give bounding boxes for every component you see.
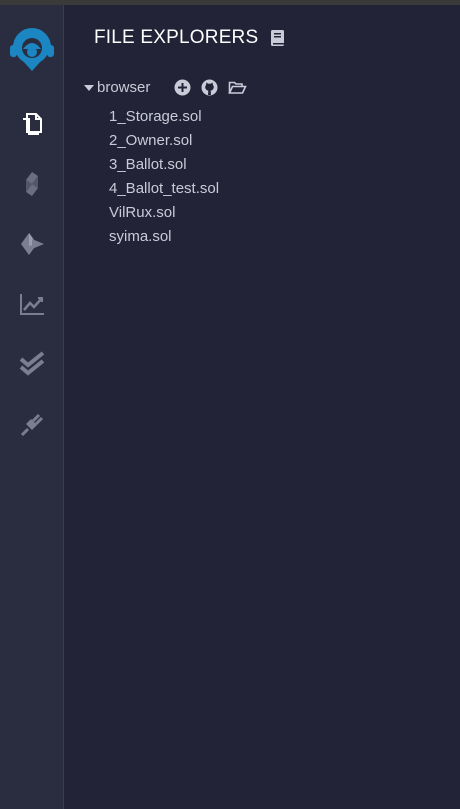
file-explorer-panel: FILE EXPLORERS browser 1_Storage.sol 2_O… xyxy=(64,5,460,809)
github-icon[interactable] xyxy=(201,79,218,96)
plugin-manager-icon[interactable] xyxy=(17,409,47,439)
open-folder-icon[interactable] xyxy=(228,80,248,95)
file-item[interactable]: VilRux.sol xyxy=(109,204,219,228)
add-file-icon[interactable] xyxy=(174,79,191,96)
deploy-run-icon[interactable] xyxy=(17,229,47,259)
workspace-folder-label[interactable]: browser xyxy=(97,79,150,96)
folder-actions xyxy=(174,79,248,96)
file-item[interactable]: 2_Owner.sol xyxy=(109,132,219,156)
remix-logo-icon[interactable] xyxy=(6,25,58,77)
panel-title-text: FILE EXPLORERS xyxy=(94,27,259,48)
unit-testing-icon[interactable] xyxy=(17,349,47,379)
workspace-folder-row[interactable]: browser xyxy=(84,79,248,96)
file-item[interactable]: 4_Ballot_test.sol xyxy=(109,180,219,204)
file-list: 1_Storage.sol 2_Owner.sol 3_Ballot.sol 4… xyxy=(109,108,219,252)
solidity-compiler-icon[interactable] xyxy=(17,169,47,199)
book-icon[interactable] xyxy=(270,29,286,47)
file-item[interactable]: syima.sol xyxy=(109,228,219,252)
file-item[interactable]: 3_Ballot.sol xyxy=(109,156,219,180)
analysis-chart-icon[interactable] xyxy=(17,289,47,319)
file-item[interactable]: 1_Storage.sol xyxy=(109,108,219,132)
icon-sidebar xyxy=(0,5,64,809)
file-explorer-icon[interactable] xyxy=(17,109,47,139)
panel-title: FILE EXPLORERS xyxy=(94,27,286,49)
caret-down-icon[interactable] xyxy=(84,84,94,91)
